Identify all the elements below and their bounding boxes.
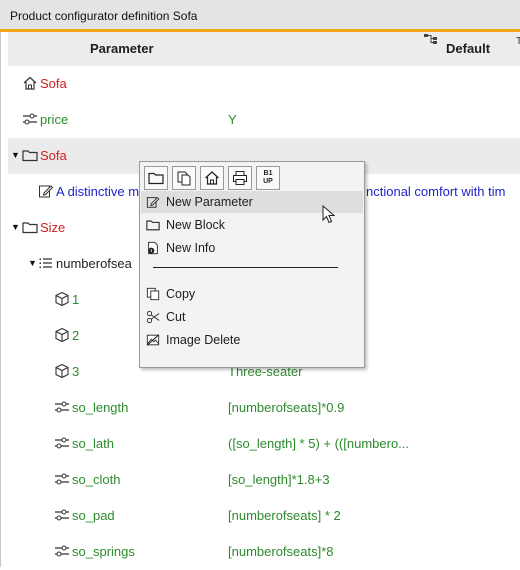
- cube-icon: [54, 363, 70, 379]
- column-header-default[interactable]: Default: [446, 41, 490, 56]
- menu-item-label: Image Delete: [166, 333, 241, 347]
- menu-separator: [153, 267, 338, 268]
- tree-row-label: so_cloth: [72, 472, 121, 487]
- tree-row-value: [numberofseats] * 2: [228, 508, 341, 523]
- tree-row-value: Y: [228, 112, 237, 127]
- two-up-bottom-text: UP: [263, 178, 273, 185]
- info-icon: [146, 241, 160, 255]
- folder-icon: [22, 147, 38, 163]
- tree-row-root[interactable]: Sofa: [8, 66, 520, 102]
- slider-param-icon: [54, 435, 70, 451]
- tree-row-label: so_springs: [72, 544, 135, 559]
- tree-row-value: ([so_length] * 5) + (([numbero...: [228, 436, 410, 451]
- menu-item-label: New Parameter: [166, 195, 253, 209]
- tree-row-so-springs[interactable]: so_springs [numberofseats]*8: [8, 534, 520, 570]
- slider-param-icon: [22, 111, 38, 127]
- menu-item-image-delete[interactable]: Image Delete: [141, 329, 363, 351]
- toolbar-two-up-button[interactable]: B1 UP: [256, 166, 280, 190]
- column-header-type-icon[interactable]: T: [516, 36, 520, 47]
- tree-row-label: 1: [72, 292, 80, 307]
- column-header: Parameter Default T: [8, 32, 520, 66]
- two-up-icon: B1 UP: [260, 170, 276, 186]
- tree-row-so-cloth[interactable]: so_cloth [so_length]*1.8+3: [8, 462, 520, 498]
- tree-row-so-length[interactable]: so_length [numberofseats]*0.9: [8, 390, 520, 426]
- slider-param-icon: [54, 507, 70, 523]
- tree-row-label: numberofsea: [56, 256, 132, 271]
- menu-item-copy[interactable]: Copy: [141, 283, 363, 305]
- menu-item-label: New Info: [166, 241, 216, 255]
- menu-item-label: Copy: [166, 287, 196, 301]
- tree-row-price[interactable]: price Y: [8, 102, 520, 138]
- edit-icon: [38, 183, 54, 199]
- tree-row-label: 3: [72, 364, 80, 379]
- cube-icon: [54, 327, 70, 343]
- tree-row-label: so_pad: [72, 508, 115, 523]
- scissors-icon: [146, 310, 160, 324]
- slider-param-icon: [54, 543, 70, 559]
- tree-row-so-pad[interactable]: so_pad [numberofseats] * 2: [8, 498, 520, 534]
- home-icon: [22, 75, 38, 91]
- tree-row-value: [so_length]*1.8+3: [228, 472, 330, 487]
- expand-arrow-icon[interactable]: ▼: [11, 150, 20, 160]
- toolbar-copy-pages-button[interactable]: [172, 166, 196, 190]
- slider-param-icon: [54, 471, 70, 487]
- slider-param-icon: [54, 399, 70, 415]
- copy-icon: [146, 287, 160, 301]
- menu-item-label: Cut: [166, 310, 186, 324]
- menu-item-label: New Block: [166, 218, 226, 232]
- tree-row-label: 2: [72, 328, 80, 343]
- toolbar-print-button[interactable]: [228, 166, 252, 190]
- tree-row-label: so_lath: [72, 436, 114, 451]
- tree-row-so-lath[interactable]: so_lath ([so_length] * 5) + (([numbero..…: [8, 426, 520, 462]
- expand-arrow-icon[interactable]: ▼: [28, 258, 37, 268]
- image-delete-icon: [146, 333, 160, 347]
- edit-icon: [146, 195, 160, 209]
- tree-row-value: [numberofseats]*0.9: [228, 400, 345, 415]
- column-header-parameter[interactable]: Parameter: [90, 41, 154, 56]
- mouse-cursor-icon: [322, 204, 336, 228]
- tree-row-label: Sofa: [40, 76, 67, 91]
- window-title: Product configurator definition Sofa: [10, 9, 198, 23]
- window-titlebar: Product configurator definition Sofa: [0, 0, 520, 32]
- folder-icon: [146, 218, 160, 232]
- tree-row-value: [numberofseats]*8: [228, 544, 334, 559]
- list-icon: [39, 255, 55, 271]
- tree-row-label: Sofa: [40, 148, 67, 163]
- tree-row-label: price: [40, 112, 69, 127]
- context-menu: B1 UP New Parameter New Block New Info C…: [139, 161, 365, 368]
- folder-icon: [22, 219, 38, 235]
- tree-row-label: so_length: [72, 400, 129, 415]
- tree-row-label-continued: nctional comfort with tim: [366, 184, 506, 199]
- toolbar-home-button[interactable]: [200, 166, 224, 190]
- two-up-top-text: B1: [263, 170, 273, 177]
- tree-structure-icon[interactable]: [424, 34, 438, 47]
- menu-item-cut[interactable]: Cut: [141, 306, 363, 328]
- tree-row-label: Size: [40, 220, 66, 235]
- tree-row-label: A distinctive m: [56, 184, 140, 199]
- expand-arrow-icon[interactable]: ▼: [11, 222, 20, 232]
- menu-item-new-info[interactable]: New Info: [141, 237, 363, 259]
- toolbar-folder-button[interactable]: [144, 166, 168, 190]
- cube-icon: [54, 291, 70, 307]
